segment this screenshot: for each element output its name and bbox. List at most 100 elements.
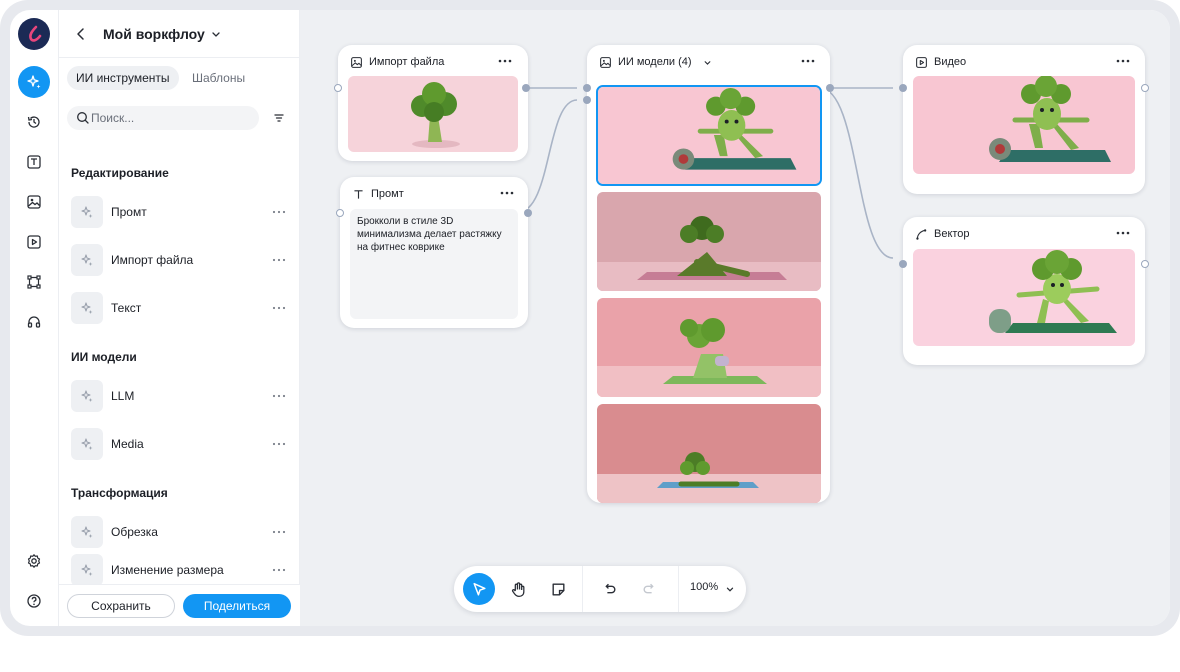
node-header: Вектор [915, 226, 970, 242]
chevron-down-icon[interactable] [209, 27, 223, 41]
workflow-title[interactable]: Мой воркфлоу [103, 26, 205, 42]
vector-icon[interactable] [18, 266, 50, 298]
model-result-4[interactable] [597, 404, 821, 503]
save-button[interactable]: Сохранить [67, 594, 175, 618]
text-icon[interactable] [18, 146, 50, 178]
sidebar-panel: Мой воркфлоу ИИ инструменты Шаблоны Поис… [59, 10, 300, 626]
image-icon [600, 56, 611, 68]
node-title: Промт [371, 188, 404, 200]
tab-ai-tools[interactable]: ИИ инструменты [67, 66, 179, 90]
undo-button[interactable] [593, 573, 625, 605]
output-port[interactable] [826, 84, 834, 92]
cursor-icon [472, 582, 486, 596]
app-logo[interactable] [18, 18, 50, 50]
history-icon[interactable] [18, 106, 50, 138]
select-tool-button[interactable] [463, 573, 495, 605]
zoom-level[interactable]: 100% [690, 581, 718, 593]
model-result-1[interactable] [596, 85, 822, 186]
tool-item-import[interactable]: Импорт файла [71, 244, 291, 276]
logo-icon [29, 25, 42, 42]
output-port[interactable] [522, 84, 530, 92]
more-icon[interactable] [271, 388, 287, 404]
node-vector[interactable]: Вектор [899, 217, 1149, 365]
video-preview[interactable] [913, 76, 1135, 174]
video-icon [916, 56, 927, 68]
workflow-canvas[interactable]: Импорт файла Промт Брокколи в стиле 3D м… [300, 10, 1170, 626]
sidebar-footer: Сохранить Поделиться [59, 584, 300, 626]
sticky-note-icon [551, 582, 565, 596]
search-placeholder: Поиск... [91, 111, 135, 125]
section-title-editing: Редактирование [71, 166, 169, 180]
more-icon[interactable] [271, 562, 287, 578]
image-icon [351, 56, 362, 68]
input-port[interactable] [334, 84, 342, 92]
node-title: Вектор [934, 228, 970, 240]
node-import-file[interactable]: Импорт файла [334, 45, 530, 161]
share-button[interactable]: Поделиться [183, 594, 291, 618]
sticky-note-button[interactable] [542, 573, 574, 605]
sidebar-tabs: ИИ инструменты Шаблоны [67, 66, 292, 90]
chevron-down-icon[interactable] [702, 57, 713, 68]
tool-item-media[interactable]: Media [71, 428, 291, 460]
output-port[interactable] [1141, 260, 1149, 268]
settings-icon[interactable] [18, 545, 50, 577]
node-video[interactable]: Видео [899, 45, 1149, 194]
model-result-2[interactable] [597, 192, 821, 291]
video-icon[interactable] [18, 226, 50, 258]
headset-icon[interactable] [18, 306, 50, 338]
image-icon[interactable] [18, 186, 50, 218]
more-icon[interactable] [271, 436, 287, 452]
node-ai-models[interactable]: ИИ модели (4) [583, 45, 834, 503]
tool-label: Media [111, 437, 144, 451]
back-icon[interactable] [71, 24, 91, 44]
sparkle-icon [71, 244, 103, 276]
tool-item-llm[interactable]: LLM [71, 380, 291, 412]
input-port[interactable] [899, 84, 907, 92]
vector-preview[interactable] [913, 249, 1135, 346]
more-icon[interactable] [497, 53, 513, 69]
help-icon[interactable] [18, 585, 50, 617]
output-port[interactable] [1141, 84, 1149, 92]
tool-item-resize[interactable]: Изменение размера [71, 554, 291, 586]
more-icon[interactable] [271, 204, 287, 220]
more-icon[interactable] [1115, 53, 1131, 69]
output-port[interactable] [524, 209, 532, 217]
node-title: ИИ модели (4) [618, 56, 692, 68]
tool-item-text[interactable]: Текст [71, 292, 291, 324]
more-icon[interactable] [1115, 225, 1131, 241]
sparkle-icon [71, 380, 103, 412]
toolbar-divider [678, 566, 679, 612]
more-icon[interactable] [271, 252, 287, 268]
tool-item-crop[interactable]: Обрезка [71, 516, 291, 548]
chevron-down-icon[interactable] [724, 583, 736, 595]
more-icon[interactable] [271, 524, 287, 540]
redo-button[interactable] [633, 573, 665, 605]
pen-vector-icon [916, 228, 927, 240]
node-header: Промт [352, 186, 404, 202]
text-icon [354, 189, 363, 199]
hand-tool-button[interactable] [502, 573, 534, 605]
more-icon[interactable] [499, 185, 515, 201]
input-port[interactable] [336, 209, 344, 217]
tool-item-prompt[interactable]: Промт [71, 196, 291, 228]
node-title: Импорт файла [369, 56, 445, 68]
input-port[interactable] [583, 96, 591, 104]
input-port[interactable] [899, 260, 907, 268]
prompt-textarea[interactable]: Брокколи в стиле 3D минимализма делает р… [350, 209, 518, 319]
tab-templates[interactable]: Шаблоны [183, 66, 254, 90]
tool-label: Промт [111, 205, 147, 219]
model-result-3[interactable] [597, 298, 821, 397]
tool-label: Обрезка [111, 525, 158, 539]
node-prompt[interactable]: Промт Брокколи в стиле 3D минимализма де… [336, 177, 532, 328]
search-icon [77, 112, 89, 124]
magic-tools-icon[interactable] [18, 66, 50, 98]
filter-icon[interactable] [271, 110, 287, 126]
node-header: Импорт файла [350, 54, 444, 70]
toolbar-divider [582, 566, 583, 612]
search-input[interactable]: Поиск... [67, 106, 259, 130]
node-title: Видео [934, 56, 967, 68]
input-port[interactable] [583, 84, 591, 92]
more-icon[interactable] [800, 53, 816, 69]
undo-icon [604, 583, 615, 593]
more-icon[interactable] [271, 300, 287, 316]
